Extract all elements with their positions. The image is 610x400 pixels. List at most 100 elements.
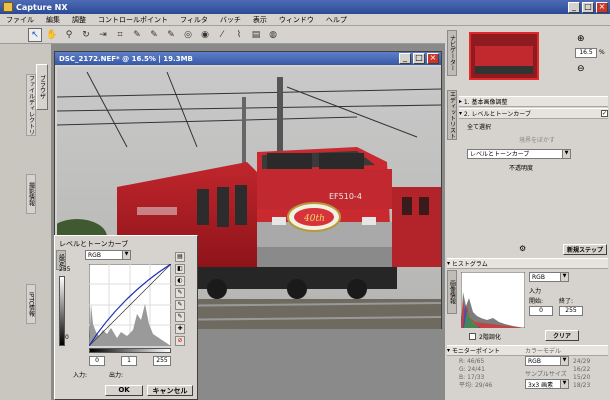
- histogram-start-label: 開始:: [529, 298, 544, 305]
- sample-size-select[interactable]: 3x3 画素 ▼: [525, 379, 569, 389]
- chevron-down-icon: ▼: [560, 380, 568, 388]
- add-anchor-icon[interactable]: ✚: [175, 324, 185, 334]
- feather-row[interactable]: 境界をぼかす: [459, 134, 608, 145]
- histogram-start-field[interactable]: 0: [529, 306, 553, 316]
- avg-value-2: 18/23: [573, 382, 591, 389]
- menu-view[interactable]: 表示: [247, 15, 273, 25]
- crop-tool-icon[interactable]: ⌗: [113, 28, 127, 42]
- input-gradient-bar: [89, 348, 171, 353]
- straighten-tool-icon[interactable]: ⇥: [96, 28, 110, 42]
- selection-gradient-icon[interactable]: ▤: [249, 28, 263, 42]
- tab-edit-list[interactable]: エディットリスト: [447, 90, 457, 140]
- monitor-point-title: モニターポイント: [451, 348, 500, 355]
- menu-batch[interactable]: バッチ: [214, 15, 247, 25]
- lasso-tool-icon[interactable]: ⌇: [232, 28, 246, 42]
- curve-mode-icon[interactable]: ◧: [175, 264, 185, 274]
- step-enabled-checkbox[interactable]: ✓: [601, 110, 608, 117]
- menu-control-point[interactable]: コントロールポイント: [92, 15, 174, 25]
- feather-label: 境界をぼかす: [519, 137, 556, 144]
- white-eyedropper-icon[interactable]: ✎: [175, 312, 185, 322]
- tab-shooting-info[interactable]: 撮影情報: [26, 174, 36, 214]
- g-value-1: 24/41: [467, 366, 485, 373]
- edit-row-basic[interactable]: ▸ 1. 基本画像調整: [459, 96, 608, 107]
- zoom-field[interactable]: 16.5: [575, 48, 597, 58]
- edit-row-levels-label: 2. レベルとトーンカーブ: [463, 111, 531, 118]
- auto-contrast-icon[interactable]: ◐: [175, 276, 185, 286]
- histogram-header[interactable]: ▾ ヒストグラム: [447, 258, 608, 269]
- menu-adjust[interactable]: 調整: [66, 15, 92, 25]
- red-eye-tool-icon[interactable]: ◉: [198, 28, 212, 42]
- menu-bar: ファイル 編集 調整 コントロールポイント フィルタ バッチ 表示 ウィンドウ …: [0, 14, 610, 26]
- chevron-down-icon: ▼: [562, 149, 570, 158]
- opacity-row[interactable]: 不透明度: [459, 162, 608, 173]
- chevron-down-icon: ▼: [560, 273, 568, 281]
- chevron-down-icon: ▼: [122, 251, 130, 259]
- edit-row-levels[interactable]: ▾ 2. レベルとトーンカーブ ✓: [459, 108, 608, 119]
- ok-button[interactable]: OK: [105, 385, 143, 396]
- cancel-button[interactable]: キャンセル: [147, 385, 193, 396]
- zoom-out-icon[interactable]: ⊖: [577, 64, 585, 74]
- histogram-channel-select[interactable]: RGB ▼: [529, 272, 569, 282]
- menu-window[interactable]: ウィンドウ: [273, 15, 320, 25]
- menu-edit[interactable]: 編集: [40, 15, 66, 25]
- adjust-icon[interactable]: ⚙: [519, 244, 526, 253]
- fill-tool-icon[interactable]: ◍: [266, 28, 280, 42]
- clear-button[interactable]: クリア: [545, 330, 579, 341]
- brush-tool-icon[interactable]: ⁄: [215, 28, 229, 42]
- doc-minimize-button[interactable]: _: [399, 53, 411, 64]
- maximize-button[interactable]: □: [582, 1, 594, 13]
- histogram-title: ヒストグラム: [451, 261, 488, 268]
- reset-curve-icon[interactable]: ⊘: [175, 336, 185, 346]
- levels-step-row[interactable]: レベルとトーンカーブ ▼: [459, 148, 608, 159]
- anniversary-badge-text: 40th: [303, 214, 325, 224]
- g-value-2: 16/22: [573, 366, 591, 373]
- channel-select[interactable]: RGB ▼: [85, 250, 131, 260]
- white-point-tool-icon[interactable]: ✎: [164, 28, 178, 42]
- avg-value-1: 29/46: [474, 382, 493, 389]
- b-value-1: 17/33: [467, 374, 485, 381]
- output-gradient-bar: [59, 276, 65, 346]
- menu-filter[interactable]: フィルタ: [174, 15, 214, 25]
- output-label: 出力:: [109, 372, 124, 379]
- close-button[interactable]: ×: [596, 1, 608, 13]
- arrow-tool-icon[interactable]: ↖: [28, 27, 42, 42]
- color-model-select[interactable]: RGB ▼: [525, 356, 569, 366]
- doc-maximize-button[interactable]: □: [413, 53, 425, 64]
- menu-help[interactable]: ヘルプ: [320, 15, 353, 25]
- input-gamma-field[interactable]: 1: [121, 356, 137, 366]
- r-value-2: 24/29: [573, 358, 591, 365]
- gray-point-tool-icon[interactable]: ✎: [147, 28, 161, 42]
- zoom-in-icon[interactable]: ⊕: [577, 34, 585, 44]
- doc-close-button[interactable]: ×: [427, 53, 439, 64]
- edit-row-basic-label: 1. 基本画像調整: [463, 99, 508, 106]
- left-value-label: 0: [65, 334, 69, 341]
- two-point-checkbox[interactable]: [469, 333, 476, 340]
- black-eyedropper-icon[interactable]: ✎: [175, 288, 185, 298]
- new-step-button[interactable]: 新規ステップ: [563, 244, 607, 255]
- zoom-tool-icon[interactable]: ⚲: [62, 28, 76, 42]
- tab-browser[interactable]: ブラウザ: [36, 64, 48, 110]
- tab-file-directory[interactable]: ファイルディレクトリ: [26, 74, 36, 136]
- minimize-button[interactable]: _: [568, 1, 580, 13]
- curve-tool-icon[interactable]: ▤: [175, 252, 185, 262]
- rotate-tool-icon[interactable]: ↻: [79, 28, 93, 42]
- input-white-field[interactable]: 255: [153, 356, 171, 366]
- histogram-range-label: 入力: [529, 288, 542, 295]
- monitor-readouts: R: 46/65 G: 24/41 B: 17/33 平均: 29/46: [459, 358, 492, 390]
- gray-eyedropper-icon[interactable]: ✎: [175, 300, 185, 310]
- navigator-thumbnail[interactable]: [469, 32, 539, 80]
- color-control-point-icon[interactable]: ◎: [181, 28, 195, 42]
- hand-tool-icon[interactable]: ✋: [45, 28, 59, 42]
- step-select[interactable]: レベルとトーンカーブ ▼: [467, 148, 571, 159]
- select-all-row[interactable]: 全て選択: [459, 121, 608, 132]
- black-point-tool-icon[interactable]: ✎: [130, 28, 144, 42]
- curve-graph[interactable]: [89, 264, 171, 346]
- input-black-field[interactable]: 0: [89, 356, 105, 366]
- tab-navigator[interactable]: ナビゲーター: [447, 30, 457, 76]
- tab-iptc-info[interactable]: IPTC情報: [26, 284, 36, 324]
- tab-image-info[interactable]: 画像情報: [447, 270, 457, 314]
- two-point-label: 2階調化: [479, 334, 501, 341]
- menu-file[interactable]: ファイル: [0, 15, 40, 25]
- histogram-end-field[interactable]: 255: [559, 306, 583, 316]
- levels-curves-dialog: レベルとトーンカーブ 設定 RGB ▼ 255 0 ▤ ◧ ◐ ✎ ✎ ✎ ✚ …: [54, 235, 198, 400]
